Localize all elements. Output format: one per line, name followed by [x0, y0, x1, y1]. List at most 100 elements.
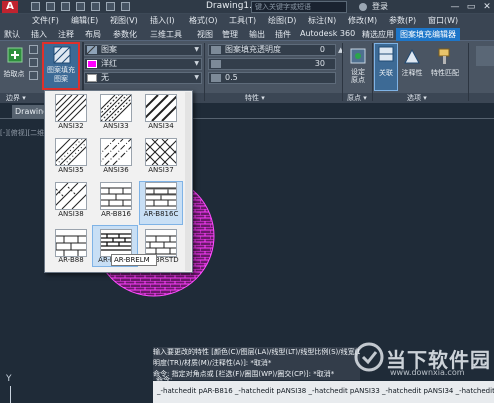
chevron-down-icon: ▼: [194, 46, 199, 53]
pattern-swatch-ar-brelm[interactable]: [100, 229, 132, 257]
minimize-button[interactable]: —: [448, 1, 462, 13]
tab-plugins[interactable]: 插件: [275, 29, 291, 40]
menu-draw[interactable]: 绘图(D): [268, 15, 296, 26]
associative-toggle[interactable]: 关联: [374, 43, 398, 91]
gallery-scrollbar[interactable]: [185, 92, 191, 271]
set-origin-label: 设定 原点: [351, 68, 365, 84]
remove-boundary-icon[interactable]: [29, 58, 38, 67]
set-origin-button[interactable]: [347, 46, 369, 66]
menu-view[interactable]: 视图(V): [110, 15, 138, 26]
brush-icon: [438, 48, 450, 64]
menu-window[interactable]: 窗口(W): [428, 15, 458, 26]
pattern-label: ANSI34: [148, 122, 174, 130]
history-line: 明度(TR)/材质(M)/注释性(A)]: *取消*: [153, 358, 360, 369]
hatch-pattern-button[interactable]: 图案填充 图案: [42, 42, 80, 90]
autocad-logo[interactable]: A: [2, 1, 18, 13]
menu-format[interactable]: 格式(O): [189, 15, 218, 26]
scale-icon: [211, 60, 221, 68]
pick-points-button[interactable]: [4, 44, 24, 66]
watermark: 当下软件园 www.downxia.com: [350, 340, 494, 380]
tab-output[interactable]: 输出: [249, 29, 265, 40]
pattern-swatch-ar-b816[interactable]: [100, 182, 132, 210]
chevron-down-icon: ▼: [194, 60, 199, 67]
angle-icon: [211, 74, 221, 82]
annotative-button[interactable]: [400, 46, 424, 66]
tab-autodesk-360[interactable]: Autodesk 360: [300, 29, 355, 38]
recreate-boundary-icon[interactable]: [29, 71, 38, 80]
panel-properties-label[interactable]: 特性 ▾: [245, 93, 265, 103]
pattern-swatch-ar-b88[interactable]: [55, 229, 87, 257]
pattern-label: ANSI36: [103, 166, 129, 174]
hatch-type-icon: [87, 46, 97, 54]
pick-points-label: 拾取点: [3, 70, 25, 78]
history-line: 输入要更改的特性 [颜色(C)/图层(LA)/线型(LT)/线型比例(S)/线宽…: [153, 347, 360, 358]
restore-button[interactable]: ▭: [464, 1, 478, 13]
transparency-icon: [211, 46, 221, 54]
redo-icon[interactable]: [121, 2, 130, 11]
close-hatch-editor-button[interactable]: [476, 46, 494, 66]
signin-button[interactable]: 登录: [372, 1, 388, 12]
tab-parametric[interactable]: 参数化: [113, 29, 137, 40]
menu-edit[interactable]: 编辑(E): [71, 15, 98, 26]
panel-divider: [372, 43, 373, 101]
tab-layout[interactable]: 布局: [85, 29, 101, 40]
pattern-swatch-ansi33[interactable]: [88, 94, 140, 122]
command-line-input[interactable]: _-hatchedit pAR-B816 _-hatchedit pANSI38…: [153, 381, 494, 403]
hatch-type-select[interactable]: 图案 ▼: [84, 44, 202, 56]
new-file-icon[interactable]: [31, 2, 40, 11]
hatch-pattern-icon: [53, 46, 71, 64]
panel-options-label[interactable]: 选项 ▾: [407, 93, 427, 103]
undo-icon[interactable]: [106, 2, 115, 11]
pattern-swatch-ansi32[interactable]: [39, 94, 97, 122]
tab-featured-apps[interactable]: 精选应用: [362, 29, 394, 40]
scale-value: 30: [314, 59, 325, 68]
search-input[interactable]: 键入关键字或短语: [251, 1, 347, 13]
pattern-label: AR-B88: [58, 256, 84, 264]
magenta-swatch-icon: [87, 60, 97, 68]
pattern-swatch-ansi37[interactable]: [131, 138, 189, 166]
scale-field[interactable]: 30: [208, 58, 336, 70]
save-as-icon[interactable]: [76, 2, 85, 11]
pattern-label: AR-B816C: [143, 210, 179, 218]
tab-annotate[interactable]: 注释: [58, 29, 74, 40]
menu-dimension[interactable]: 标注(N): [308, 15, 336, 26]
angle-field[interactable]: 0.5: [208, 72, 336, 84]
match-properties-button[interactable]: [432, 46, 456, 66]
tab-view[interactable]: 视图: [197, 29, 213, 40]
hatch-color-select[interactable]: 洋红 ▼: [84, 58, 202, 70]
open-file-icon[interactable]: [46, 2, 55, 11]
save-icon[interactable]: [61, 2, 70, 11]
menu-insert[interactable]: 插入(I): [150, 15, 175, 26]
select-objects-icon[interactable]: [29, 45, 38, 54]
angle-value: 0.5: [225, 73, 238, 82]
match-properties-label: 特性匹配: [431, 69, 459, 77]
menu-tools[interactable]: 工具(T): [229, 15, 256, 26]
panel-origin-label[interactable]: 原点 ▾: [347, 93, 367, 103]
background-color-select[interactable]: 无 ▼: [84, 72, 202, 84]
transparency-select[interactable]: 图案填充透明度 0: [208, 44, 336, 56]
tab-hatch-editor[interactable]: 图案填充编辑器: [396, 28, 460, 41]
close-button[interactable]: ✕: [480, 1, 494, 13]
panel-boundary-label[interactable]: 边界 ▾: [6, 93, 26, 103]
tab-manage[interactable]: 管理: [222, 29, 238, 40]
pattern-swatch-ar-b816c[interactable]: [145, 182, 177, 210]
menu-parametric[interactable]: 参数(P): [389, 15, 416, 26]
annotative-label: 注释性: [401, 69, 423, 77]
print-icon[interactable]: [91, 2, 100, 11]
tab-default[interactable]: 默认: [4, 29, 20, 40]
menu-file[interactable]: 文件(F): [32, 15, 59, 26]
pattern-swatch-ar-brstd[interactable]: [145, 229, 177, 257]
pattern-swatch-ansi38[interactable]: [41, 182, 99, 210]
pattern-label: AR-B816: [101, 210, 131, 218]
tab-3d-tools[interactable]: 三维工具: [150, 29, 182, 40]
pattern-swatch-ansi34[interactable]: [131, 94, 189, 122]
pattern-label: ANSI33: [103, 122, 129, 130]
ribbon-tab-bar: 默认 插入 注释 布局 参数化 三维工具 视图 管理 输出 插件 Autodes…: [0, 28, 494, 41]
tab-insert[interactable]: 插入: [31, 29, 47, 40]
pattern-swatch-ansi35[interactable]: [43, 138, 95, 166]
hatch-pattern-label: 图案填充 图案: [47, 66, 75, 83]
pattern-swatch-ansi36[interactable]: [88, 138, 140, 166]
panel-divider: [204, 43, 205, 101]
menu-bar: 文件(F) 编辑(E) 视图(V) 插入(I) 格式(O) 工具(T) 绘图(D…: [0, 14, 494, 28]
menu-modify[interactable]: 修改(M): [348, 15, 377, 26]
